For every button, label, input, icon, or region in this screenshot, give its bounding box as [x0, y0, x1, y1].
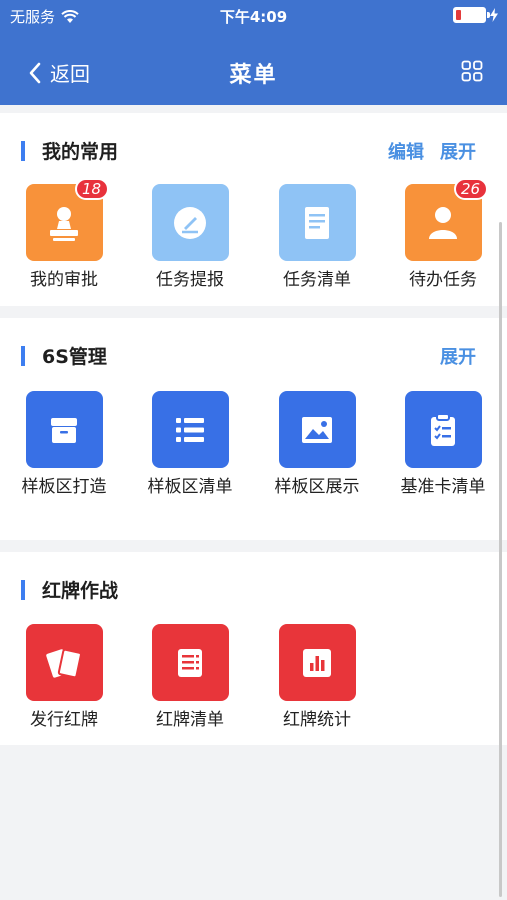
expand-button[interactable]: 展开 — [440, 138, 476, 164]
section-common: 我的常用 编辑 展开 18 我的审批 任务提报 任务清单 26 待办任务 — [0, 113, 507, 306]
red-card-stats-tile — [278, 624, 356, 701]
menu-item-todo-tasks[interactable]: 26 待办任务 — [388, 178, 498, 293]
bar-chart-icon — [303, 648, 331, 677]
archive-icon — [51, 417, 77, 443]
menu-item-label: 红牌清单 — [156, 710, 224, 730]
menu-item-red-card-list[interactable]: 红牌清单 — [135, 624, 245, 733]
menu-item-label: 样板区清单 — [147, 477, 233, 497]
menu-item-label: 任务提报 — [156, 270, 224, 290]
sample-build-tile — [25, 391, 103, 468]
status-bar: 无服务 下午4:09 — [0, 0, 507, 30]
section-marker — [21, 141, 25, 161]
menu-item-label: 发行红牌 — [30, 710, 98, 730]
section-6s-management: 6S管理 展开 样板区打造 样板区清单 样板区展示 基准卡清单 — [0, 318, 507, 540]
menu-item-benchmark-card-list[interactable]: 基准卡清单 — [388, 391, 498, 500]
menu-item-label: 任务清单 — [283, 270, 351, 290]
task-list-tile — [278, 184, 356, 261]
red-card-list-tile — [151, 624, 229, 701]
list-doc-icon — [178, 648, 202, 677]
battery-icon — [453, 7, 490, 23]
document-icon — [305, 206, 329, 239]
sample-list-tile — [151, 391, 229, 468]
user-icon — [429, 206, 457, 239]
issue-card-tile — [25, 624, 103, 701]
menu-item-my-approval[interactable]: 18 我的审批 — [9, 178, 119, 293]
approval-tile: 18 — [25, 178, 109, 261]
stamp-icon — [50, 206, 78, 241]
battery-indicator — [453, 7, 499, 23]
menu-item-sample-area-display[interactable]: 样板区展示 — [262, 391, 372, 500]
section-header: 6S管理 展开 — [0, 318, 507, 378]
section-header: 红牌作战 — [0, 552, 507, 612]
section-red-card: 红牌作战 发行红牌 红牌清单 红牌统计 — [0, 552, 507, 745]
grid-icon[interactable] — [461, 60, 483, 82]
expand-button[interactable]: 展开 — [440, 343, 476, 369]
badge-count: 18 — [74, 178, 109, 200]
menu-item-task-report[interactable]: 任务提报 — [135, 184, 245, 293]
clipboard-icon — [431, 412, 455, 446]
list-icon — [176, 417, 204, 442]
page-title: 菜单 — [229, 63, 278, 88]
menu-item-label: 红牌统计 — [283, 710, 351, 730]
menu-item-sample-area-list[interactable]: 样板区清单 — [135, 391, 245, 500]
image-icon — [302, 416, 332, 443]
cards-icon — [46, 648, 82, 678]
section-title: 红牌作战 — [42, 580, 119, 602]
task-report-tile — [151, 184, 229, 261]
benchmark-tile — [404, 391, 482, 468]
menu-item-task-list[interactable]: 任务清单 — [262, 184, 372, 293]
section-header: 我的常用 编辑 展开 — [0, 113, 507, 173]
top-bar: 无服务 下午4:09 返回 菜单 — [0, 0, 507, 105]
nav-bar: 返回 菜单 — [0, 40, 507, 102]
status-time: 下午4:09 — [219, 8, 288, 26]
menu-item-label: 我的审批 — [30, 270, 98, 290]
menu-item-sample-area-build[interactable]: 样板区打造 — [9, 391, 119, 500]
section-marker — [21, 346, 25, 366]
section-title: 我的常用 — [42, 141, 119, 163]
section-marker — [21, 580, 25, 600]
charging-bolt-icon — [490, 8, 498, 22]
todo-tile: 26 — [404, 178, 488, 261]
sample-display-tile — [278, 391, 356, 468]
pen-icon — [174, 206, 206, 239]
menu-item-label: 待办任务 — [409, 270, 477, 290]
badge-count: 26 — [453, 178, 488, 200]
menu-item-red-card-stats[interactable]: 红牌统计 — [262, 624, 372, 733]
menu-item-label: 样板区展示 — [274, 477, 360, 497]
edit-button[interactable]: 编辑 — [388, 138, 424, 164]
menu-item-label: 基准卡清单 — [400, 477, 486, 497]
menu-item-issue-red-card[interactable]: 发行红牌 — [9, 624, 119, 733]
menu-item-label: 样板区打造 — [21, 477, 107, 497]
scrollbar[interactable] — [499, 222, 502, 897]
section-title: 6S管理 — [42, 346, 107, 368]
